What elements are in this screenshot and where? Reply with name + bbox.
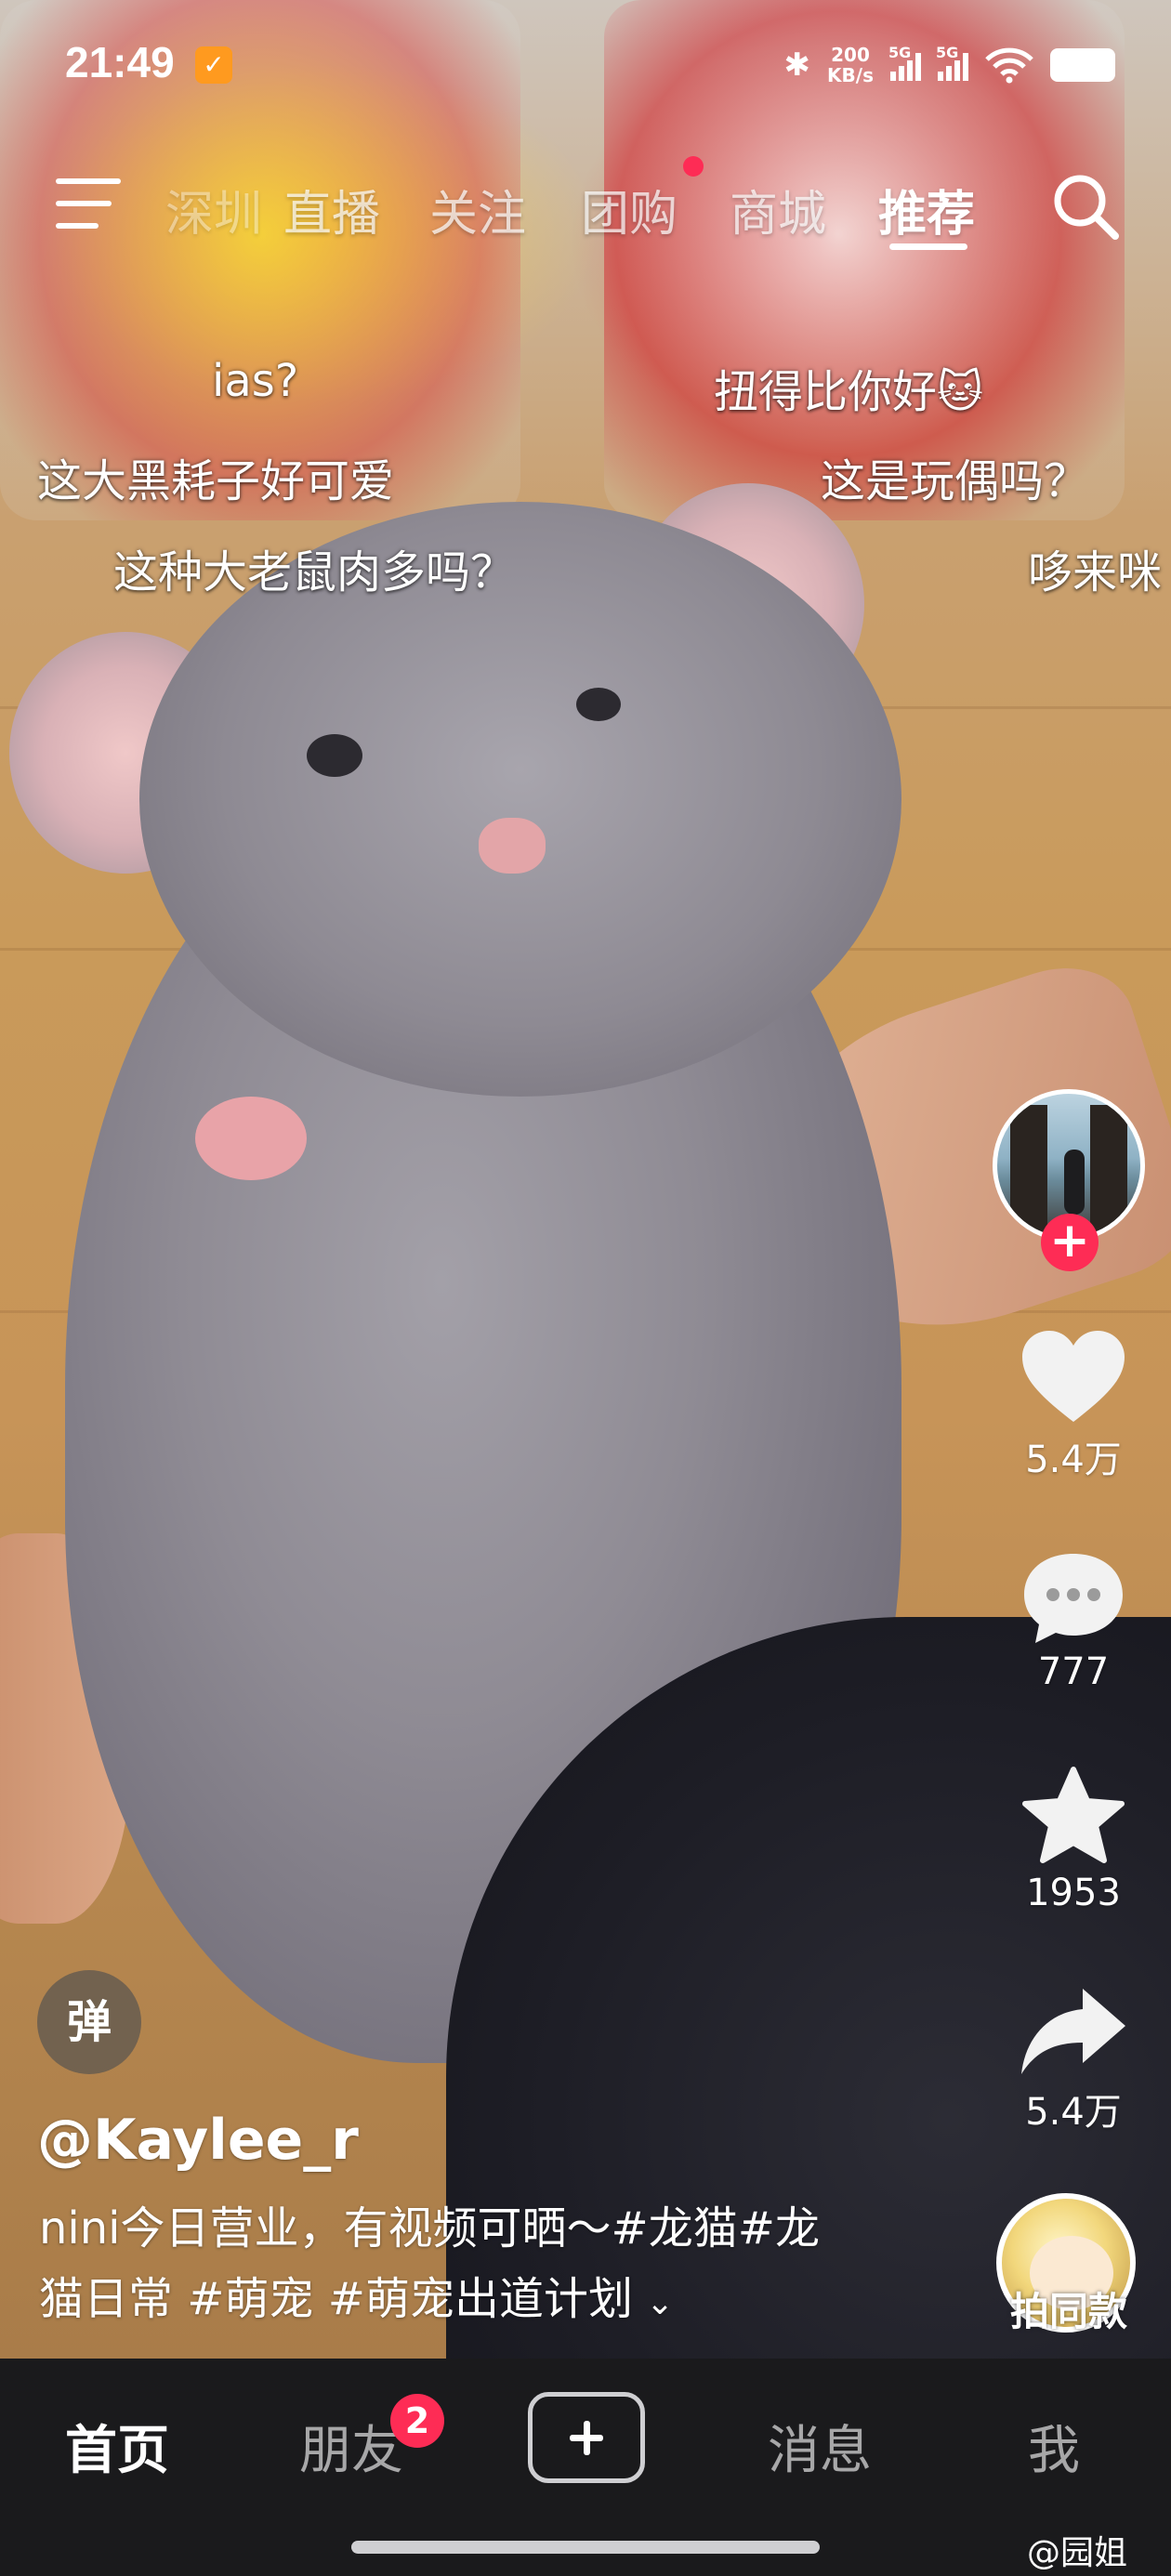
phone-screen: 21:49 ✓ ✱ 200 KB/s 5G 5G 深圳 直播 关注 团购 商城 … (0, 0, 1171, 2576)
search-icon[interactable] (1048, 169, 1123, 243)
status-time: 21:49 (65, 38, 175, 86)
share-action[interactable]: 5.4万 (985, 1985, 1162, 2136)
danmu-comment: 这种大老鼠肉多吗？ (113, 546, 516, 598)
nav-home[interactable]: 首页 (65, 2409, 169, 2484)
danmu-comment: ias? (212, 355, 299, 407)
sim2-label: 5G (936, 44, 959, 61)
follow-button[interactable]: + (1041, 1214, 1099, 1271)
wifi-icon (985, 47, 1033, 84)
signal-sim2-icon: 5G (936, 44, 968, 81)
favorite-count: 1953 (1026, 1872, 1121, 1914)
tab-city[interactable]: 深圳 (165, 175, 262, 244)
chinchilla-eye-right (576, 688, 621, 721)
home-indicator[interactable] (351, 2541, 820, 2554)
weibo-watermark: @园姐 (1027, 2534, 1128, 2572)
nav-friends[interactable]: 朋友 (299, 2409, 403, 2484)
friends-badge: 2 (390, 2394, 444, 2448)
network-speed-unit: KB/s (827, 64, 874, 86)
group-buy-notification-dot (683, 156, 704, 177)
shoot-same-label[interactable]: 拍同款 (985, 2280, 1152, 2337)
danmu-comment: 这大黑耗子好可爱 (37, 455, 395, 507)
tab-live[interactable]: 直播 (283, 175, 380, 244)
like-action[interactable]: 5.4万 (985, 1329, 1162, 1483)
comment-count: 777 (1037, 1650, 1110, 1693)
comment-icon (1024, 1554, 1123, 1643)
status-icons: ✱ 200 KB/s 5G 5G (784, 37, 1115, 93)
danmu-comment: 扭得比你好🐱 (714, 366, 984, 418)
signal-sim1-icon: 5G (888, 44, 921, 81)
share-count: 5.4万 (1025, 2091, 1122, 2134)
bluetooth-icon: ✱ (783, 46, 811, 84)
status-bar: 21:49 ✓ ✱ 200 KB/s 5G 5G (0, 0, 1171, 130)
share-icon (1021, 1989, 1125, 2074)
network-speed-value: 200 (831, 44, 870, 66)
chinchilla-nose (479, 818, 546, 874)
caption-line-1: nini今日营业，有视频可晒～#龙猫#龙 (39, 2202, 820, 2254)
top-nav: 深圳 直播 关注 团购 商城 推荐 (0, 158, 1171, 251)
tab-group-buy[interactable]: 团购 (581, 175, 678, 244)
active-tab-indicator (889, 243, 967, 250)
star-icon (1022, 1767, 1125, 1863)
danmu-comment: 哆来咪 (1028, 546, 1163, 598)
tab-following[interactable]: 关注 (429, 175, 526, 244)
chinchilla-eye-left (307, 734, 362, 777)
caption-line-2: 猫日常 #萌宠 #萌宠出道计划 (39, 2273, 633, 2325)
notification-app-icon: ✓ (195, 46, 232, 84)
nav-messages[interactable]: 消息 (768, 2409, 872, 2484)
tab-mall[interactable]: 商城 (730, 175, 826, 244)
menu-icon[interactable] (56, 178, 121, 230)
chinchilla-paw (195, 1097, 307, 1180)
heart-icon (1022, 1331, 1125, 1422)
create-button[interactable] (528, 2392, 645, 2483)
author-name[interactable]: @Kaylee_r (37, 2108, 359, 2173)
video-caption[interactable]: nini今日营业，有视频可晒～#龙猫#龙 猫日常 #萌宠 #萌宠出道计划 ⌄ (39, 2193, 894, 2339)
comment-action[interactable]: 777 (985, 1550, 1162, 1693)
expand-caption-icon[interactable]: ⌄ (646, 2284, 674, 2322)
network-speed: 200 KB/s (827, 45, 874, 85)
danmu-comment: 这是玩偶吗？ (821, 455, 1089, 507)
danmu-toggle-button[interactable]: 弹 (37, 1970, 141, 2074)
favorite-action[interactable]: 1953 (985, 1766, 1162, 1914)
nav-me[interactable]: 我 (1028, 2409, 1080, 2484)
battery-icon (1050, 48, 1115, 82)
tab-recommend[interactable]: 推荐 (878, 175, 975, 244)
like-count: 5.4万 (1025, 1439, 1122, 1481)
sim1-label: 5G (888, 44, 912, 61)
